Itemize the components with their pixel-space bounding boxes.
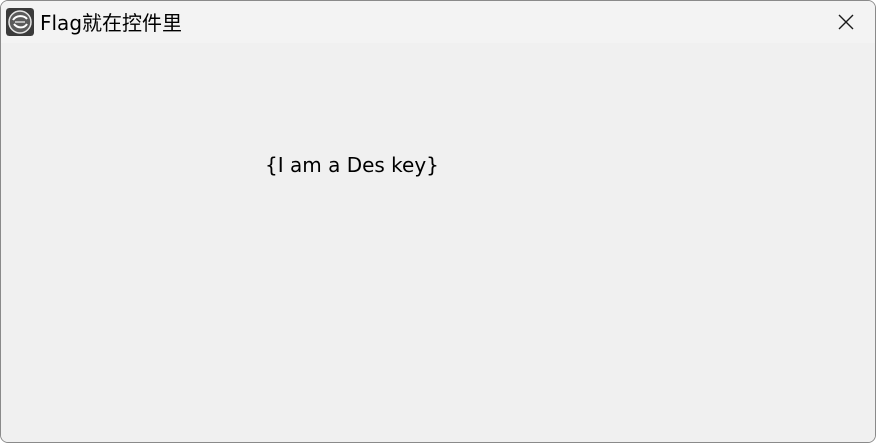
app-logo-icon xyxy=(6,8,34,36)
key-label: {I am a Des key} xyxy=(265,153,439,177)
close-button[interactable] xyxy=(817,1,875,43)
app-window: Flag就在控件里 {I am a Des key} xyxy=(0,0,876,443)
window-title: Flag就在控件里 xyxy=(40,11,183,35)
close-icon xyxy=(838,14,854,30)
client-area: {I am a Des key} xyxy=(1,43,875,442)
title-bar[interactable]: Flag就在控件里 xyxy=(1,1,875,43)
